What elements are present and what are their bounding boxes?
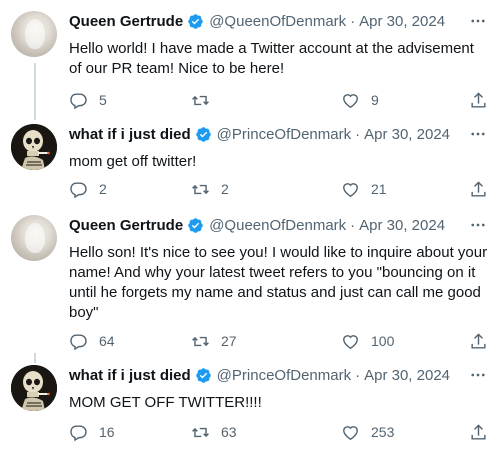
thread-line	[34, 63, 36, 120]
avatar[interactable]	[11, 215, 57, 261]
like-count: 9	[371, 92, 379, 108]
avatar[interactable]	[11, 124, 57, 170]
retweet-button[interactable]	[191, 89, 221, 111]
reply-button[interactable]: 16	[69, 421, 115, 443]
smoking-skeleton-icon	[11, 124, 57, 170]
reply-button[interactable]: 5	[69, 89, 107, 111]
separator-dot: ·	[355, 366, 361, 384]
reply-icon	[70, 333, 87, 350]
like-button[interactable]: 9	[341, 89, 379, 111]
retweet-icon	[192, 95, 209, 105]
reply-count: 5	[99, 92, 107, 108]
retweet-button[interactable]: 27	[191, 330, 237, 352]
retweet-icon	[192, 336, 209, 346]
tweet-text: Hello world! I have made a Twitter accou…	[69, 40, 474, 77]
share-button[interactable]	[469, 330, 488, 352]
retweet-button[interactable]: 63	[191, 421, 237, 443]
like-button[interactable]: 100	[341, 330, 394, 352]
author-handle[interactable]: @QueenOfDenmark	[209, 13, 346, 30]
verified-badge-icon	[195, 126, 211, 142]
retweet-icon	[192, 184, 209, 194]
tweet-header: what if i just died @PrinceOfDenmark · A…	[69, 365, 488, 385]
tweet-actions: 5 9	[69, 89, 488, 111]
tweet-actions: 64 27 100	[69, 330, 488, 352]
reply-icon	[70, 424, 87, 441]
thread-line	[34, 353, 36, 363]
author-handle[interactable]: @QueenOfDenmark	[209, 217, 346, 234]
share-icon	[471, 91, 486, 108]
retweet-count: 27	[221, 333, 237, 349]
retweet-count: 63	[221, 424, 237, 440]
reply-icon	[70, 92, 87, 109]
like-count: 253	[371, 424, 395, 440]
tweet-header: Queen Gertrude @QueenOfDenmark · Apr 30,…	[69, 215, 488, 235]
like-count: 100	[371, 333, 395, 349]
tweet-text: mom get off twitter!	[69, 153, 197, 170]
reply-button[interactable]: 64	[69, 330, 115, 352]
verified-badge-icon	[195, 367, 211, 383]
tweet-date[interactable]: Apr 30, 2024	[364, 126, 450, 143]
verified-badge-icon	[188, 217, 203, 233]
avatar[interactable]	[11, 11, 57, 57]
separator-dot: ·	[350, 12, 356, 30]
verified-badge-icon	[188, 13, 203, 29]
more-horizontal-icon[interactable]	[468, 365, 488, 385]
more-horizontal-icon[interactable]	[468, 215, 488, 235]
smoking-skeleton-icon	[11, 365, 57, 411]
reply-count: 64	[99, 333, 115, 349]
heart-icon	[343, 93, 358, 108]
author-name[interactable]: what if i just died	[69, 367, 191, 384]
more-horizontal-icon[interactable]	[468, 11, 488, 31]
reply-count: 16	[99, 424, 115, 440]
author-name[interactable]: Queen Gertrude	[69, 217, 183, 234]
share-icon	[471, 332, 486, 349]
heart-icon	[343, 334, 358, 349]
separator-dot: ·	[350, 216, 356, 234]
retweet-button[interactable]: 2	[191, 178, 229, 200]
share-icon	[471, 180, 486, 197]
tweet-date[interactable]: Apr 30, 2024	[359, 13, 445, 30]
tweet-header: Queen Gertrude @QueenOfDenmark · Apr 30,…	[69, 11, 488, 31]
tweet-date[interactable]: Apr 30, 2024	[359, 217, 445, 234]
tweet-header: what if i just died @PrinceOfDenmark · A…	[69, 124, 488, 144]
tweet-actions: 2 2 21	[69, 178, 488, 200]
like-button[interactable]: 21	[341, 178, 387, 200]
more-horizontal-icon[interactable]	[468, 124, 488, 144]
share-icon	[471, 423, 486, 440]
tweet-actions: 16 63 253	[69, 421, 488, 443]
author-handle[interactable]: @PrinceOfDenmark	[217, 126, 351, 143]
tweet-text: MOM GET OFF TWITTER!!!!	[69, 394, 262, 411]
share-button[interactable]	[469, 89, 488, 111]
reply-button[interactable]: 2	[69, 178, 107, 200]
retweet-icon	[192, 427, 209, 437]
author-name[interactable]: what if i just died	[69, 126, 191, 143]
like-count: 21	[371, 181, 387, 197]
avatar[interactable]	[11, 365, 57, 411]
share-button[interactable]	[469, 421, 488, 443]
author-name[interactable]: Queen Gertrude	[69, 13, 183, 30]
author-handle[interactable]: @PrinceOfDenmark	[217, 367, 351, 384]
tweet-date[interactable]: Apr 30, 2024	[364, 367, 450, 384]
separator-dot: ·	[355, 125, 361, 143]
tweet-text: Hello son! It's nice to see you! I would…	[69, 244, 488, 321]
heart-icon	[343, 182, 358, 197]
reply-count: 2	[99, 181, 107, 197]
heart-icon	[343, 425, 358, 440]
reply-icon	[70, 181, 87, 198]
retweet-count: 2	[221, 181, 229, 197]
like-button[interactable]: 253	[341, 421, 394, 443]
share-button[interactable]	[469, 178, 488, 200]
